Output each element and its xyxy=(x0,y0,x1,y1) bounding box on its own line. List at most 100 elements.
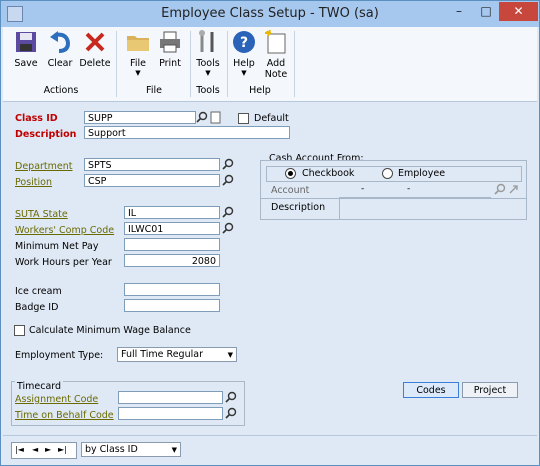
time-on-behalf-link[interactable]: Time on Behalf Code xyxy=(15,410,114,421)
cash-account-divider xyxy=(261,198,526,199)
tools-dropdown-icon: ▼ xyxy=(205,69,211,77)
account-field[interactable]: - - xyxy=(339,182,491,198)
time-on-behalf-lookup-icon[interactable] xyxy=(224,407,238,420)
chevron-down-icon: ▼ xyxy=(227,351,233,359)
work-hours-field[interactable]: 2080 xyxy=(124,254,220,267)
account-lookup-icon[interactable] xyxy=(493,183,507,196)
file-group-label: File xyxy=(146,85,162,96)
add-note-button[interactable]: Add Note xyxy=(261,29,291,80)
undo-arrow-icon xyxy=(50,31,71,53)
account-label: Account xyxy=(271,185,310,196)
class-id-note-icon[interactable] xyxy=(209,111,223,124)
description-field[interactable]: Support xyxy=(84,126,290,139)
file-menu-label: File xyxy=(130,58,146,69)
add-note-label-line2: Note xyxy=(264,69,288,80)
employee-radio[interactable] xyxy=(382,168,393,179)
assignment-code-field[interactable] xyxy=(118,391,223,404)
default-label: Default xyxy=(254,113,289,124)
delete-x-icon xyxy=(85,32,105,52)
delete-button[interactable]: Delete xyxy=(79,29,111,69)
work-hours-label: Work Hours per Year xyxy=(15,257,112,268)
checkbook-radio[interactable] xyxy=(285,168,296,179)
min-net-pay-field[interactable] xyxy=(124,238,220,251)
min-net-pay-label: Minimum Net Pay xyxy=(15,241,99,252)
clear-label: Clear xyxy=(47,58,73,69)
employee-label: Employee xyxy=(398,168,446,179)
help-menu-label: Help xyxy=(233,58,255,69)
default-checkbox[interactable] xyxy=(238,113,249,124)
badge-id-label: Badge ID xyxy=(15,302,59,313)
folder-icon xyxy=(127,36,149,51)
codes-button[interactable]: Codes xyxy=(403,382,459,398)
calc-min-wage-checkbox[interactable] xyxy=(14,325,25,336)
ice-cream-field[interactable] xyxy=(124,283,220,296)
printer-icon xyxy=(160,31,180,53)
department-link[interactable]: Department xyxy=(15,161,73,172)
add-note-label-line1: Add xyxy=(266,58,286,69)
next-record-button[interactable]: ► xyxy=(45,443,51,457)
position-link[interactable]: Position xyxy=(15,177,52,188)
print-button[interactable]: Print xyxy=(155,29,185,69)
actions-group-label: Actions xyxy=(43,85,79,96)
chevron-down-icon: ▼ xyxy=(171,446,177,454)
description-label: Description xyxy=(15,129,77,140)
checkbook-radio-dot xyxy=(288,171,293,176)
clear-button[interactable]: Clear xyxy=(45,29,75,69)
save-label: Save xyxy=(14,58,38,69)
sort-by-select[interactable]: by Class ID ▼ xyxy=(81,442,181,457)
suta-state-lookup-icon[interactable] xyxy=(221,206,235,219)
ribbon-toolbar: Save Clear Delete Actions File ▼ Print F… xyxy=(3,27,537,102)
record-navigation: |◄ ◄ ► ►| xyxy=(11,442,77,459)
file-menu-button[interactable]: File ▼ xyxy=(123,29,153,77)
save-button[interactable]: Save xyxy=(11,29,41,69)
previous-record-button[interactable]: ◄ xyxy=(32,443,38,457)
employee-class-setup-window: Employee Class Setup - TWO (sa) – □ ✕ Sa… xyxy=(0,0,540,466)
help-dropdown-icon: ▼ xyxy=(241,69,247,77)
position-field[interactable]: CSP xyxy=(84,174,220,187)
account-segment-sep-2: - xyxy=(407,184,411,194)
employment-type-value: Full Time Regular xyxy=(121,349,203,360)
badge-id-field[interactable] xyxy=(124,299,220,312)
print-label: Print xyxy=(159,58,181,69)
suta-state-field[interactable]: IL xyxy=(124,206,220,219)
close-button[interactable]: ✕ xyxy=(499,2,538,21)
department-field[interactable]: SPTS xyxy=(84,158,220,171)
note-icon xyxy=(265,29,286,54)
class-id-lookup-icon[interactable] xyxy=(195,111,209,124)
minimize-button[interactable]: – xyxy=(445,2,473,21)
assignment-code-link[interactable]: Assignment Code xyxy=(15,394,98,405)
cash-description-label: Description xyxy=(271,202,326,213)
calc-min-wage-label: Calculate Minimum Wage Balance xyxy=(29,325,191,336)
cash-description-divider xyxy=(339,199,340,219)
project-button[interactable]: Project xyxy=(462,382,518,398)
tools-group-label: Tools xyxy=(196,85,220,96)
suta-state-link[interactable]: SUTA State xyxy=(15,209,68,220)
sort-by-value: by Class ID xyxy=(85,444,138,455)
class-id-field[interactable]: SUPP xyxy=(84,111,196,124)
assignment-code-lookup-icon[interactable] xyxy=(224,391,238,404)
maximize-button[interactable]: □ xyxy=(473,2,499,21)
employment-type-select[interactable]: Full Time Regular ▼ xyxy=(117,347,237,362)
ribbon-separator xyxy=(294,31,295,97)
time-on-behalf-field[interactable] xyxy=(118,407,223,420)
position-lookup-icon[interactable] xyxy=(221,174,235,187)
account-expand-icon[interactable] xyxy=(507,183,521,196)
title-bar: Employee Class Setup - TWO (sa) – □ ✕ xyxy=(1,1,539,27)
first-record-button[interactable]: |◄ xyxy=(15,443,24,457)
help-group-label: Help xyxy=(249,85,271,96)
workers-comp-field[interactable]: ILWC01 xyxy=(124,222,220,235)
ribbon-separator xyxy=(227,31,228,97)
workers-comp-lookup-icon[interactable] xyxy=(221,222,235,235)
employment-type-label: Employment Type: xyxy=(15,350,104,361)
last-record-button[interactable]: ►| xyxy=(58,443,67,457)
help-menu-button[interactable]: ? Help ▼ xyxy=(229,29,259,77)
workers-comp-link[interactable]: Workers' Comp Code xyxy=(15,225,114,236)
timecard-title: Timecard xyxy=(15,381,64,392)
delete-label: Delete xyxy=(79,58,111,69)
file-dropdown-icon: ▼ xyxy=(135,69,141,77)
ribbon-separator xyxy=(116,31,117,97)
save-icon xyxy=(16,32,36,52)
department-lookup-icon[interactable] xyxy=(221,158,235,171)
ice-cream-label: Ice cream xyxy=(15,286,62,297)
tools-menu-button[interactable]: Tools ▼ xyxy=(193,29,223,77)
